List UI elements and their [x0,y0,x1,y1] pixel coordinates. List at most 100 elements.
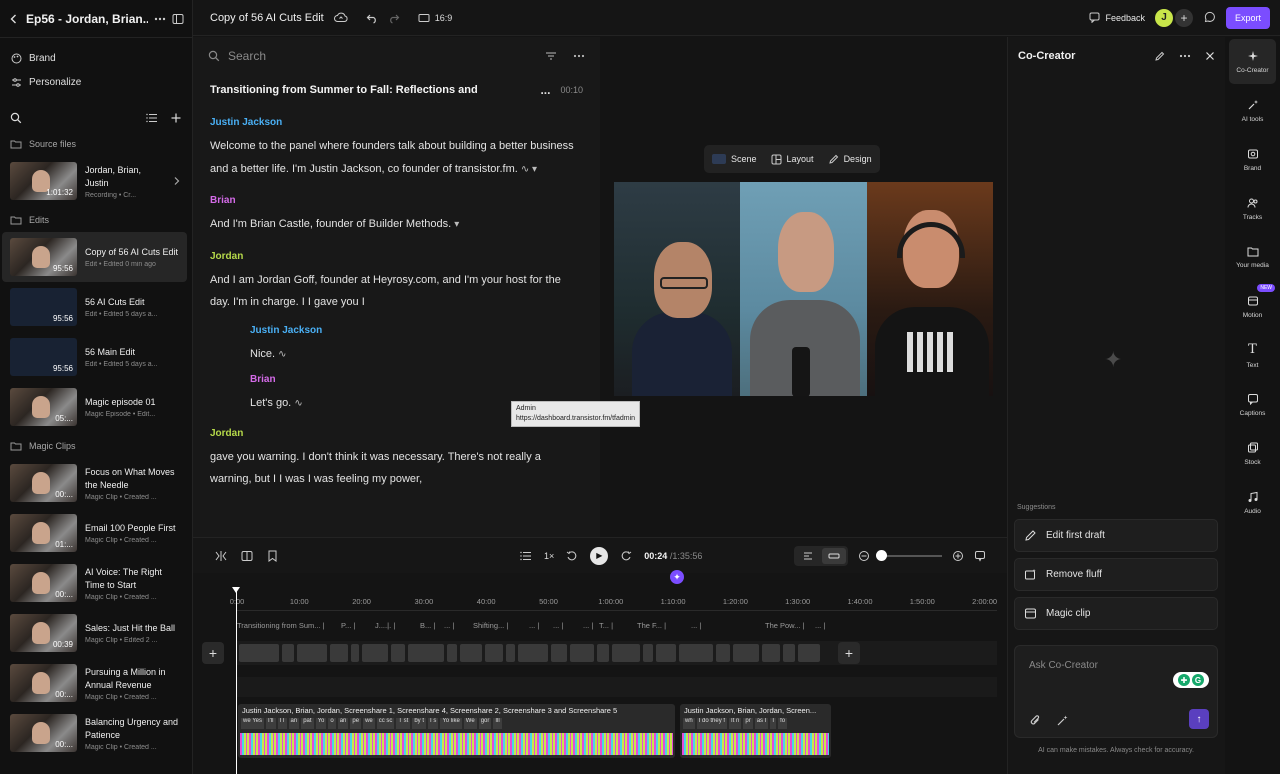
back-icon[interactable] [8,13,20,25]
search-input[interactable]: Search [228,49,537,63]
send-button[interactable]: ↑ [1189,709,1209,729]
rail-stock[interactable]: Stock [1229,431,1276,476]
track-segment[interactable] [783,644,795,662]
section-source-files[interactable]: Source files [0,132,192,156]
track-segment[interactable] [798,644,820,662]
track-segment[interactable] [643,644,653,662]
chapter-marker[interactable]: B... | [420,621,435,630]
word-chip[interactable]: fo [778,718,788,729]
zoom-slider-handle[interactable] [876,549,887,561]
track-segment[interactable] [297,644,327,662]
track-segment[interactable] [408,644,444,662]
track-segment[interactable] [391,644,405,662]
add-scene-button[interactable]: ✦ [670,570,684,584]
word-chip[interactable]: we [363,718,375,729]
close-icon[interactable] [1205,51,1215,61]
magic-wand-icon[interactable] [1056,714,1069,727]
transcript-paragraph[interactable]: gave you warning. I don't think it was n… [193,446,600,491]
word-chip[interactable]: I [770,718,777,729]
chapter-marker[interactable]: P... | [341,621,355,630]
chapter-more-button[interactable]: ... [540,83,550,97]
track-segment[interactable] [330,644,348,662]
zoom-out-icon[interactable] [858,550,870,562]
speaker-label[interactable]: Brian [193,195,600,207]
audio-clip[interactable]: Justin Jackson, Brian, Jordan, Screensha… [238,704,675,758]
insert-media-icon[interactable] [241,550,253,562]
brand-link[interactable]: Brand [0,46,192,70]
word-chip[interactable]: I'll [266,718,276,729]
chapter-marker[interactable]: Shifting... | [473,621,508,630]
word-chip[interactable]: I s [427,718,439,729]
word-chip[interactable]: Yo [315,718,327,729]
more-icon[interactable] [1179,50,1191,62]
section-edits[interactable]: Edits [0,208,192,232]
word-chip[interactable]: o [328,718,336,729]
word-chip[interactable]: Ill [493,718,502,729]
edit-item[interactable]: 95:56 56 AI Cuts Edit Edit • Edited 5 day… [2,282,187,332]
search-icon[interactable] [10,112,22,124]
edit-item[interactable]: 95:56 Copy of 56 AI Cuts Edit Edit • Edit… [2,232,187,282]
word-chip[interactable]: pr [743,718,753,729]
word-chip[interactable]: We [463,718,477,729]
track-segment[interactable] [447,644,457,662]
suggestion-edit-first-draft[interactable]: Edit first draft [1014,519,1218,552]
playhead[interactable] [232,587,240,774]
layout-button[interactable]: Layout [771,154,814,165]
edit-item[interactable]: 05:... Magic episode 01 Magic Episode • E… [2,382,187,432]
export-button[interactable]: Export [1225,6,1270,29]
user-avatar[interactable]: J [1154,8,1173,27]
aspect-ratio-selector[interactable]: 16:9 [418,13,452,23]
track-segment[interactable] [362,644,388,662]
chapter-marker[interactable]: T... | [599,621,613,630]
transcript-paragraph[interactable]: Nice. ∿ [193,343,600,367]
bookmark-icon[interactable] [267,550,278,562]
audio-clip[interactable]: Justin Jackson, Brian, Jordan, Screen...… [680,704,831,758]
rail-motion[interactable]: NEW Motion [1229,284,1276,329]
chapter-marker[interactable]: ... | [583,621,593,630]
track-segment[interactable] [656,644,676,662]
magic-clip-item[interactable]: 00:... Pursuing a Million in Annual Reve… [2,658,187,708]
magic-clip-item[interactable]: 00:39 Sales: Just Hit the Ball Magic Clip… [2,608,187,658]
speaker-label[interactable]: Justin Jackson [193,117,600,129]
skip-forward-icon[interactable] [620,550,632,562]
word-chip[interactable]: pat [301,718,314,729]
track-segment[interactable] [282,644,294,662]
track-segment[interactable] [551,644,567,662]
track-segment[interactable] [518,644,548,662]
speaker-label[interactable]: Justin Jackson [193,325,600,337]
word-chip[interactable]: pe [350,718,362,729]
speaker-label[interactable]: Jordan [193,428,600,440]
grammarly-icon[interactable]: ✚ G [1173,672,1209,688]
edit-item[interactable]: 95:56 56 Main Edit Edit • Edited 5 days a… [2,332,187,382]
ask-co-creator-box[interactable]: Ask Co-Creator ✚ G ↑ [1014,645,1218,738]
track-segment[interactable] [679,644,713,662]
rail-brand[interactable]: Brand [1229,137,1276,182]
empty-track[interactable] [237,677,997,697]
comment-flag-icon[interactable] [974,550,986,562]
scene-view-button[interactable] [796,548,820,564]
transcript-paragraph[interactable]: And I'm Brian Castle, founder of Builder… [193,213,600,237]
add-icon[interactable] [170,112,182,124]
chapter-marker[interactable]: ... | [385,621,395,630]
word-chip[interactable]: I do they f [696,718,728,729]
split-icon[interactable] [215,550,227,562]
chapters-list-icon[interactable] [520,550,532,562]
track-segment[interactable] [733,644,759,662]
comments-icon[interactable] [1203,11,1216,24]
word-chip[interactable]: Yo like [440,718,462,729]
word-chip[interactable]: wh [683,718,695,729]
add-track-right-button[interactable]: + [838,642,860,664]
feedback-button[interactable]: Feedback [1089,12,1145,23]
chapter-marker[interactable]: ... | [529,621,539,630]
track-segment[interactable] [239,644,279,662]
word-chip[interactable]: as I [754,718,769,729]
suggestion-magic-clip[interactable]: Magic clip [1014,597,1218,630]
scene-button[interactable]: Scene [712,154,757,164]
rail-ai-tools[interactable]: AI tools [1229,88,1276,133]
magic-clip-item[interactable]: 00:... AI Voice: The Right Time to Start… [2,558,187,608]
video-track[interactable] [237,641,997,665]
track-segment[interactable] [460,644,482,662]
compact-view-button[interactable] [822,547,846,564]
track-segment[interactable] [506,644,515,662]
source-file-item[interactable]: 1:01:32 Jordan, Brian, Justin Recording … [2,156,187,206]
